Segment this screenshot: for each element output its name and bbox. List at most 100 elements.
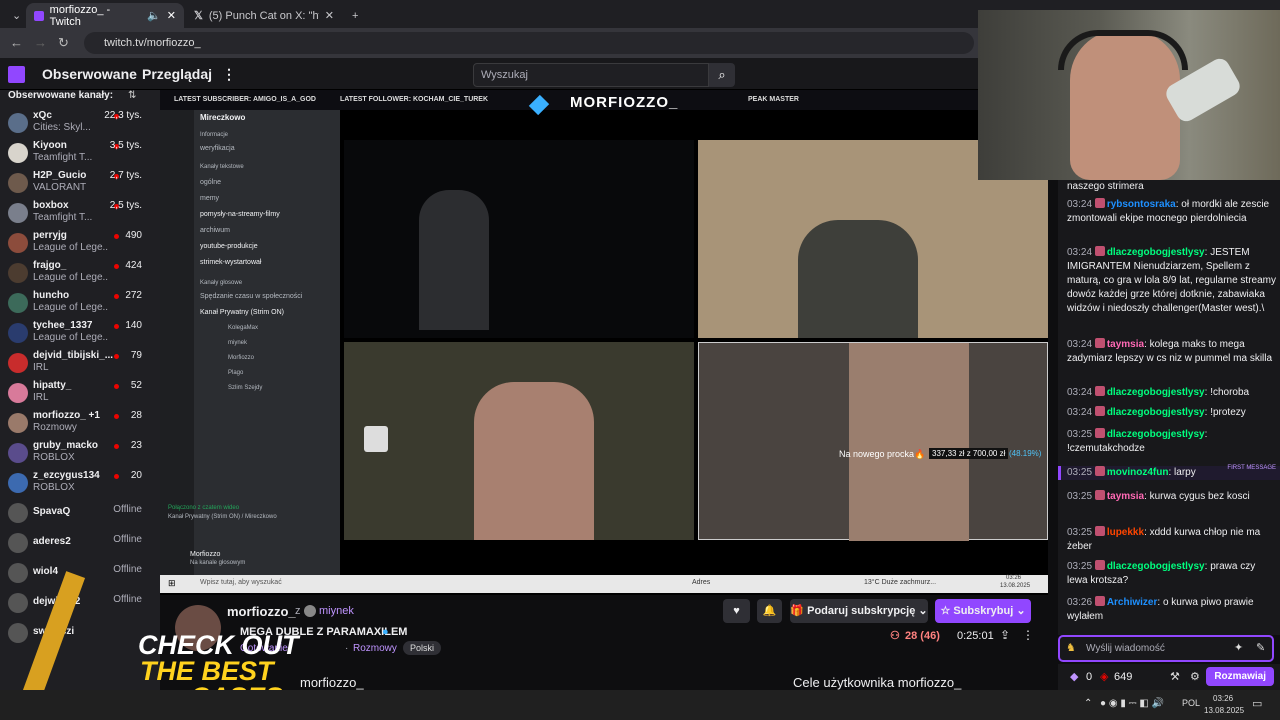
mod-icon[interactable]: ⚒ bbox=[1170, 670, 1180, 683]
chat-username[interactable]: taymsia bbox=[1107, 339, 1144, 350]
discord-channel[interactable]: pomysły-na-streamy-filmy bbox=[200, 211, 280, 218]
more-menu-icon[interactable]: ⋮ bbox=[222, 66, 236, 83]
follow-heart-button[interactable]: ♥ bbox=[723, 599, 750, 623]
sidebar-channel[interactable]: xQc Cities: Skyl... 22,3 tys. bbox=[0, 108, 160, 138]
guest-name[interactable]: miynek bbox=[319, 605, 354, 617]
channel-points-icon[interactable]: ◆ bbox=[1070, 670, 1078, 683]
sidebar-channel[interactable]: hipatty_ IRL 52 bbox=[0, 378, 160, 408]
emote-icon[interactable]: ✦ bbox=[1234, 641, 1243, 654]
sidebar-channel[interactable]: huncho League of Lege... 272 bbox=[0, 288, 160, 318]
settings-icon[interactable]: ⚙ bbox=[1190, 670, 1200, 683]
chat-message[interactable]: 03:25 taymsia: kurwa cygus bez kosci bbox=[1067, 490, 1277, 504]
chat-message[interactable]: 03:26 Archiwizer: o kurwa piwo prawie wy… bbox=[1067, 596, 1277, 624]
chat-send-button[interactable]: Rozmawiaj bbox=[1206, 667, 1274, 686]
chat-username[interactable]: lupekkk bbox=[1107, 527, 1144, 538]
chat-username[interactable]: movinoz4fun bbox=[1107, 467, 1169, 478]
crown-icon[interactable]: ♞ bbox=[1066, 641, 1076, 654]
discord-channel[interactable]: Kanał Prywatny (Strim ON) bbox=[200, 309, 284, 316]
chat-message[interactable]: 03:24 dlaczegobogjestlysy: JESTEM IMIGRA… bbox=[1067, 246, 1277, 316]
discord-voice-user[interactable]: miynek bbox=[228, 340, 247, 346]
chat-username[interactable]: dlaczegobogjestlysy bbox=[1107, 387, 1205, 398]
url-field[interactable]: twitch.tv/morfiozzo_ bbox=[84, 32, 974, 54]
chat-message[interactable]: 03:24 taymsia: kolega maks to mega zadym… bbox=[1067, 338, 1277, 366]
discord-channel[interactable]: strimek-wystartował bbox=[200, 259, 261, 266]
video-player[interactable]: LATEST SUBSCRIBER: AMIGO_IS_A_GOD LATEST… bbox=[160, 90, 1048, 595]
keyboard-lang[interactable]: POL bbox=[1182, 698, 1200, 708]
nav-browse[interactable]: Przeglądaj bbox=[142, 66, 212, 82]
discord-category[interactable]: Informacje bbox=[200, 132, 228, 138]
sidebar-channel[interactable]: SpavaQ Offline bbox=[0, 498, 160, 528]
new-tab-button[interactable]: + bbox=[344, 3, 364, 28]
discord-channel[interactable]: archiwum bbox=[200, 227, 230, 234]
subscribe-button[interactable]: ☆ Subskrybuj ⌄ bbox=[935, 599, 1031, 623]
chat-message[interactable]: 03:25 movinoz4fun: larpy FIRST MESSAGE bbox=[1058, 465, 1280, 480]
chat-message[interactable]: 03:24 dlaczegobogjestlysy: !choroba bbox=[1067, 386, 1277, 400]
share-icon[interactable]: ⇪ bbox=[1000, 628, 1010, 642]
tray-chevron-icon[interactable]: ⌃ bbox=[1084, 698, 1092, 709]
tab-list-chevron-icon[interactable]: ⌄ bbox=[4, 3, 24, 28]
browser-tab-twitch[interactable]: morfiozzo_ - Twitch 🔈 ✕ bbox=[26, 3, 184, 28]
chat-message[interactable]: 03:24 rybsontosraka: oł mordki ale zesci… bbox=[1067, 198, 1277, 226]
clock-time[interactable]: 03:26 bbox=[1213, 694, 1233, 703]
close-icon[interactable]: ✕ bbox=[325, 9, 334, 22]
discord-voice-user[interactable]: Plago bbox=[228, 370, 243, 376]
sidebar-channel[interactable]: boxbox Teamfight T... 2,5 tys. bbox=[0, 198, 160, 228]
magic-icon[interactable]: ✎ bbox=[1256, 641, 1265, 654]
more-options-icon[interactable]: ⋮ bbox=[1022, 628, 1034, 642]
chat-message[interactable]: 03:25 dlaczegobogjestlysy: prawa czy lew… bbox=[1067, 560, 1277, 588]
tray-icons[interactable]: ● ◉ ▮ ⎓ ◧ 🔊 bbox=[1100, 698, 1164, 709]
chat-username[interactable]: dlaczegobogjestlysy bbox=[1107, 429, 1205, 440]
chat-username[interactable]: dlaczegobogjestlysy bbox=[1107, 407, 1205, 418]
clock-date[interactable]: 13.08.2025 bbox=[1204, 706, 1244, 715]
forward-icon[interactable]: → bbox=[34, 35, 47, 50]
chat-message[interactable]: naszego strimera bbox=[1067, 180, 1277, 194]
discord-category[interactable]: Kanały głosowe bbox=[200, 280, 242, 286]
discord-channel[interactable]: youtube-produkcje bbox=[200, 243, 258, 250]
reload-icon[interactable]: ↻ bbox=[58, 35, 69, 51]
discord-channel[interactable]: memy bbox=[200, 195, 219, 202]
gift-sub-button[interactable]: 🎁 Podaruj subskrypcję ⌄ bbox=[790, 599, 928, 623]
chat-username[interactable]: dlaczegobogjestlysy bbox=[1107, 247, 1205, 258]
tag-badge[interactable]: Polski bbox=[403, 641, 442, 655]
browser-tab-x[interactable]: 𝕏 (5) Punch Cat on X: "https://t.c ✕ bbox=[186, 3, 342, 28]
notifications-bell-button[interactable]: 🔔 bbox=[757, 599, 782, 623]
sidebar-channel[interactable]: frajgo_ League of Lege... 424 bbox=[0, 258, 160, 288]
sidebar-channel[interactable]: gruby_macko ROBLOX 23 bbox=[0, 438, 160, 468]
sidebar-channel[interactable]: z_ezcygus134 ROBLOX 20 bbox=[0, 468, 160, 498]
discord-voice-user[interactable]: KolegaMax bbox=[228, 325, 258, 331]
sidebar-channel[interactable]: dejvid_tibijski_... IRL 79 bbox=[0, 348, 160, 378]
chat-username[interactable]: Archiwizer bbox=[1107, 597, 1158, 608]
nav-following[interactable]: Obserwowane bbox=[42, 66, 137, 82]
mute-icon[interactable]: 🔈 bbox=[147, 9, 161, 22]
sidebar-channel[interactable]: dejwikk92Offline bbox=[0, 588, 160, 618]
chat-username[interactable]: taymsia bbox=[1107, 491, 1144, 502]
sidebar-channel[interactable]: Kiyoon Teamfight T... 3,5 tys. bbox=[0, 138, 160, 168]
chat-username[interactable]: dlaczegobogjestlysy bbox=[1107, 561, 1205, 572]
notification-icon[interactable]: ▭ bbox=[1252, 697, 1262, 710]
sidebar-channel[interactable]: H2P_Gucio VALORANT 2,7 tys. bbox=[0, 168, 160, 198]
discord-channel[interactable]: Spędzanie czasu w społeczności bbox=[200, 293, 302, 300]
search-icon[interactable]: ⌕ bbox=[709, 63, 735, 87]
sidebar-channel[interactable]: tychee_1337 League of Lege... 140 bbox=[0, 318, 160, 348]
close-icon[interactable]: ✕ bbox=[167, 9, 176, 22]
discord-voice-user[interactable]: Szlim Szejdy bbox=[228, 385, 262, 391]
viewer-count[interactable]: 28 (46) bbox=[905, 630, 940, 642]
chat-username[interactable]: rybsontosraka bbox=[1107, 199, 1176, 210]
chat-message[interactable]: 03:25 lupekkk: xddd kurwa chłop nie ma ż… bbox=[1067, 526, 1277, 554]
discord-channel[interactable]: weryfikacja bbox=[200, 145, 235, 152]
search-input[interactable]: Wyszukaj bbox=[473, 63, 709, 87]
sidebar-channel[interactable]: aderes2 Offline bbox=[0, 528, 160, 558]
chat-message[interactable]: 03:24 dlaczegobogjestlysy: !protezy bbox=[1067, 406, 1277, 420]
discord-channel[interactable]: ogólne bbox=[200, 179, 221, 186]
discord-category[interactable]: Kanały tekstowe bbox=[200, 164, 244, 170]
category2-link[interactable]: Rozmowy bbox=[353, 643, 397, 654]
sort-icon[interactable]: ⇅ bbox=[128, 90, 136, 101]
bits-icon[interactable]: ◈ bbox=[1100, 670, 1108, 683]
twitch-logo-icon[interactable] bbox=[8, 66, 25, 83]
streamer-name[interactable]: morfiozzo_ bbox=[227, 604, 296, 619]
discord-voice-user[interactable]: Morfiozzo bbox=[228, 355, 254, 361]
sidebar-channel[interactable]: morfiozzo_ +1 Rozmowy 28 bbox=[0, 408, 160, 438]
back-icon[interactable]: ← bbox=[10, 35, 23, 50]
chat-message[interactable]: 03:25 dlaczegobogjestlysy: !czemutakchod… bbox=[1067, 428, 1277, 456]
sidebar-channel[interactable]: perryjg League of Lege... 490 bbox=[0, 228, 160, 258]
